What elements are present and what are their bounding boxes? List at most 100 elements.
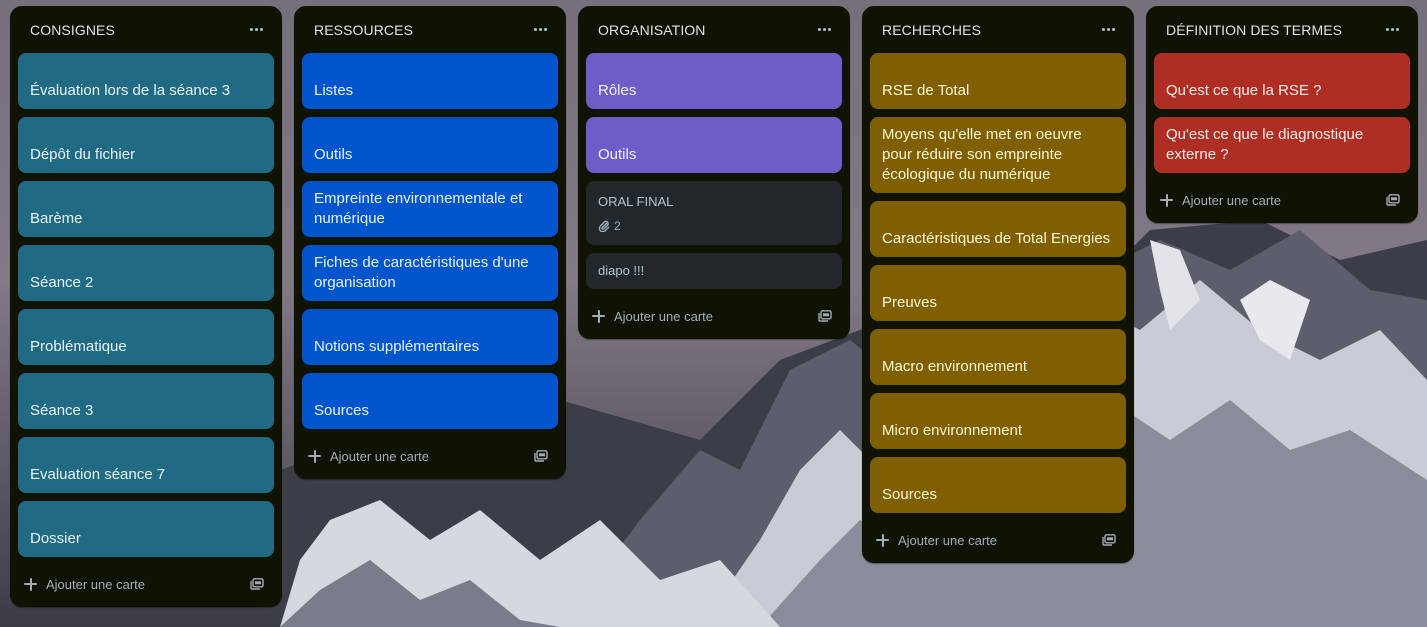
list-title[interactable]: ORGANISATION [598, 22, 706, 38]
card[interactable]: Outils [586, 117, 842, 173]
list-organisation: ORGANISATION Rôles Outils ORAL FINAL 2 d… [578, 6, 850, 339]
card[interactable]: Micro environnement [870, 393, 1126, 449]
list-ressources: RESSOURCES Listes Outils Empreinte envir… [294, 6, 566, 479]
card[interactable]: Sources [302, 373, 558, 429]
card[interactable]: Evaluation séance 7 [18, 437, 274, 493]
list-header: RESSOURCES [294, 6, 566, 53]
card[interactable]: Problématique [18, 309, 274, 365]
card-title: Problématique [30, 338, 127, 355]
card[interactable]: Qu'est ce que le diagnostique externe ? [1154, 117, 1410, 173]
add-card-label: Ajouter une carte [1182, 192, 1282, 208]
card[interactable]: Empreinte environnementale et numérique [302, 181, 558, 237]
list-title[interactable]: DÉFINITION DES TERMES [1166, 22, 1342, 38]
plus-icon [876, 533, 889, 547]
list-menu-icon[interactable] [1102, 23, 1118, 37]
card-title: Séance 2 [30, 274, 94, 291]
card-list: Évaluation lors de la séance 3 Dépôt du … [10, 53, 282, 557]
board: CONSIGNES Évaluation lors de la séance 3… [0, 0, 1427, 627]
card-list: RSE de Total Moyens qu'elle met en oeuvr… [862, 53, 1134, 513]
card-title: Caractéristiques de Total Energies [882, 230, 1111, 247]
card-template-icon[interactable] [818, 310, 832, 322]
card[interactable]: Macro environnement [870, 329, 1126, 385]
card-title: Évaluation lors de la séance 3 [30, 82, 231, 99]
card-title: Dépôt du fichier [30, 146, 136, 163]
list-footer: Ajouter une carte [294, 433, 566, 479]
card-title: diapo !!! [598, 263, 645, 278]
card[interactable]: Rôles [586, 53, 842, 109]
plus-icon [308, 449, 321, 463]
card-template-icon[interactable] [250, 578, 264, 590]
card-title: RSE de Total [882, 82, 970, 99]
list-title[interactable]: CONSIGNES [30, 22, 115, 38]
list-header: ORGANISATION [578, 6, 850, 53]
card[interactable]: Séance 3 [18, 373, 274, 429]
paperclip-icon [598, 220, 610, 232]
card-title: Qu'est ce que la RSE ? [1166, 82, 1322, 99]
card-title: Preuves [882, 294, 938, 311]
list-footer: Ajouter une carte [1146, 177, 1418, 223]
list-title[interactable]: RESSOURCES [314, 22, 413, 38]
card[interactable]: Séance 2 [18, 245, 274, 301]
card[interactable]: diapo !!! [586, 253, 842, 289]
add-card-button[interactable]: Ajouter une carte [592, 309, 713, 324]
card-list: Listes Outils Empreinte environnementale… [294, 53, 566, 429]
card-title: Fiches de caractéristiques d'une organis… [314, 254, 529, 291]
card-title: Macro environnement [882, 358, 1028, 375]
card-template-icon[interactable] [1102, 534, 1116, 546]
card-template-icon[interactable] [534, 450, 548, 462]
list-title[interactable]: RECHERCHES [882, 22, 981, 38]
card[interactable]: Notions supplémentaires [302, 309, 558, 365]
card-title: Outils [314, 146, 353, 163]
add-card-button[interactable]: Ajouter une carte [24, 577, 145, 592]
add-card-label: Ajouter une carte [898, 532, 998, 548]
list-footer: Ajouter une carte [862, 517, 1134, 563]
card-title: Dossier [30, 530, 81, 547]
list-menu-icon[interactable] [818, 23, 834, 37]
list-header: RECHERCHES [862, 6, 1134, 53]
card-title: Evaluation séance 7 [30, 466, 166, 483]
add-card-button[interactable]: Ajouter une carte [876, 533, 997, 548]
card[interactable]: Dépôt du fichier [18, 117, 274, 173]
add-card-label: Ajouter une carte [330, 448, 430, 464]
card-title: Rôles [598, 82, 637, 99]
attachment-count: 2 [614, 219, 621, 233]
list-footer: Ajouter une carte [10, 561, 282, 607]
card[interactable]: RSE de Total [870, 53, 1126, 109]
card[interactable]: Barème [18, 181, 274, 237]
card[interactable]: Dossier [18, 501, 274, 557]
card-template-icon[interactable] [1386, 194, 1400, 206]
card-title: Qu'est ce que le diagnostique externe ? [1166, 126, 1364, 163]
card-title: Micro environnement [882, 422, 1023, 439]
card[interactable]: Outils [302, 117, 558, 173]
card-title: Barème [30, 210, 83, 227]
plus-icon [24, 577, 37, 591]
card[interactable]: Sources [870, 457, 1126, 513]
list-header: CONSIGNES [10, 6, 282, 53]
list-header: DÉFINITION DES TERMES [1146, 6, 1418, 53]
card[interactable]: Caractéristiques de Total Energies [870, 201, 1126, 257]
add-card-button[interactable]: Ajouter une carte [1160, 193, 1281, 208]
card[interactable]: Fiches de caractéristiques d'une organis… [302, 245, 558, 301]
card-title: Sources [882, 486, 938, 503]
card-list: Rôles Outils ORAL FINAL 2 diapo !!! [578, 53, 850, 289]
card-title: Empreinte environnementale et numérique [314, 190, 523, 227]
card[interactable]: ORAL FINAL 2 [586, 181, 842, 245]
card-title: Listes [314, 82, 354, 99]
card-title: Moyens qu'elle met en oeuvre pour réduir… [882, 126, 1082, 183]
list-menu-icon[interactable] [534, 23, 550, 37]
plus-icon [592, 309, 605, 323]
card[interactable]: Listes [302, 53, 558, 109]
list-menu-icon[interactable] [1386, 23, 1402, 37]
add-card-button[interactable]: Ajouter une carte [308, 449, 429, 464]
card[interactable]: Évaluation lors de la séance 3 [18, 53, 274, 109]
add-card-label: Ajouter une carte [614, 308, 714, 324]
card[interactable]: Moyens qu'elle met en oeuvre pour réduir… [870, 117, 1126, 193]
list-consignes: CONSIGNES Évaluation lors de la séance 3… [10, 6, 282, 607]
card-title: Sources [314, 402, 370, 419]
card-title: ORAL FINAL [598, 194, 674, 209]
list-definition-des-termes: DÉFINITION DES TERMES Qu'est ce que la R… [1146, 6, 1418, 223]
card[interactable]: Qu'est ce que la RSE ? [1154, 53, 1410, 109]
card[interactable]: Preuves [870, 265, 1126, 321]
card-title: Notions supplémentaires [314, 338, 480, 355]
list-menu-icon[interactable] [250, 23, 266, 37]
